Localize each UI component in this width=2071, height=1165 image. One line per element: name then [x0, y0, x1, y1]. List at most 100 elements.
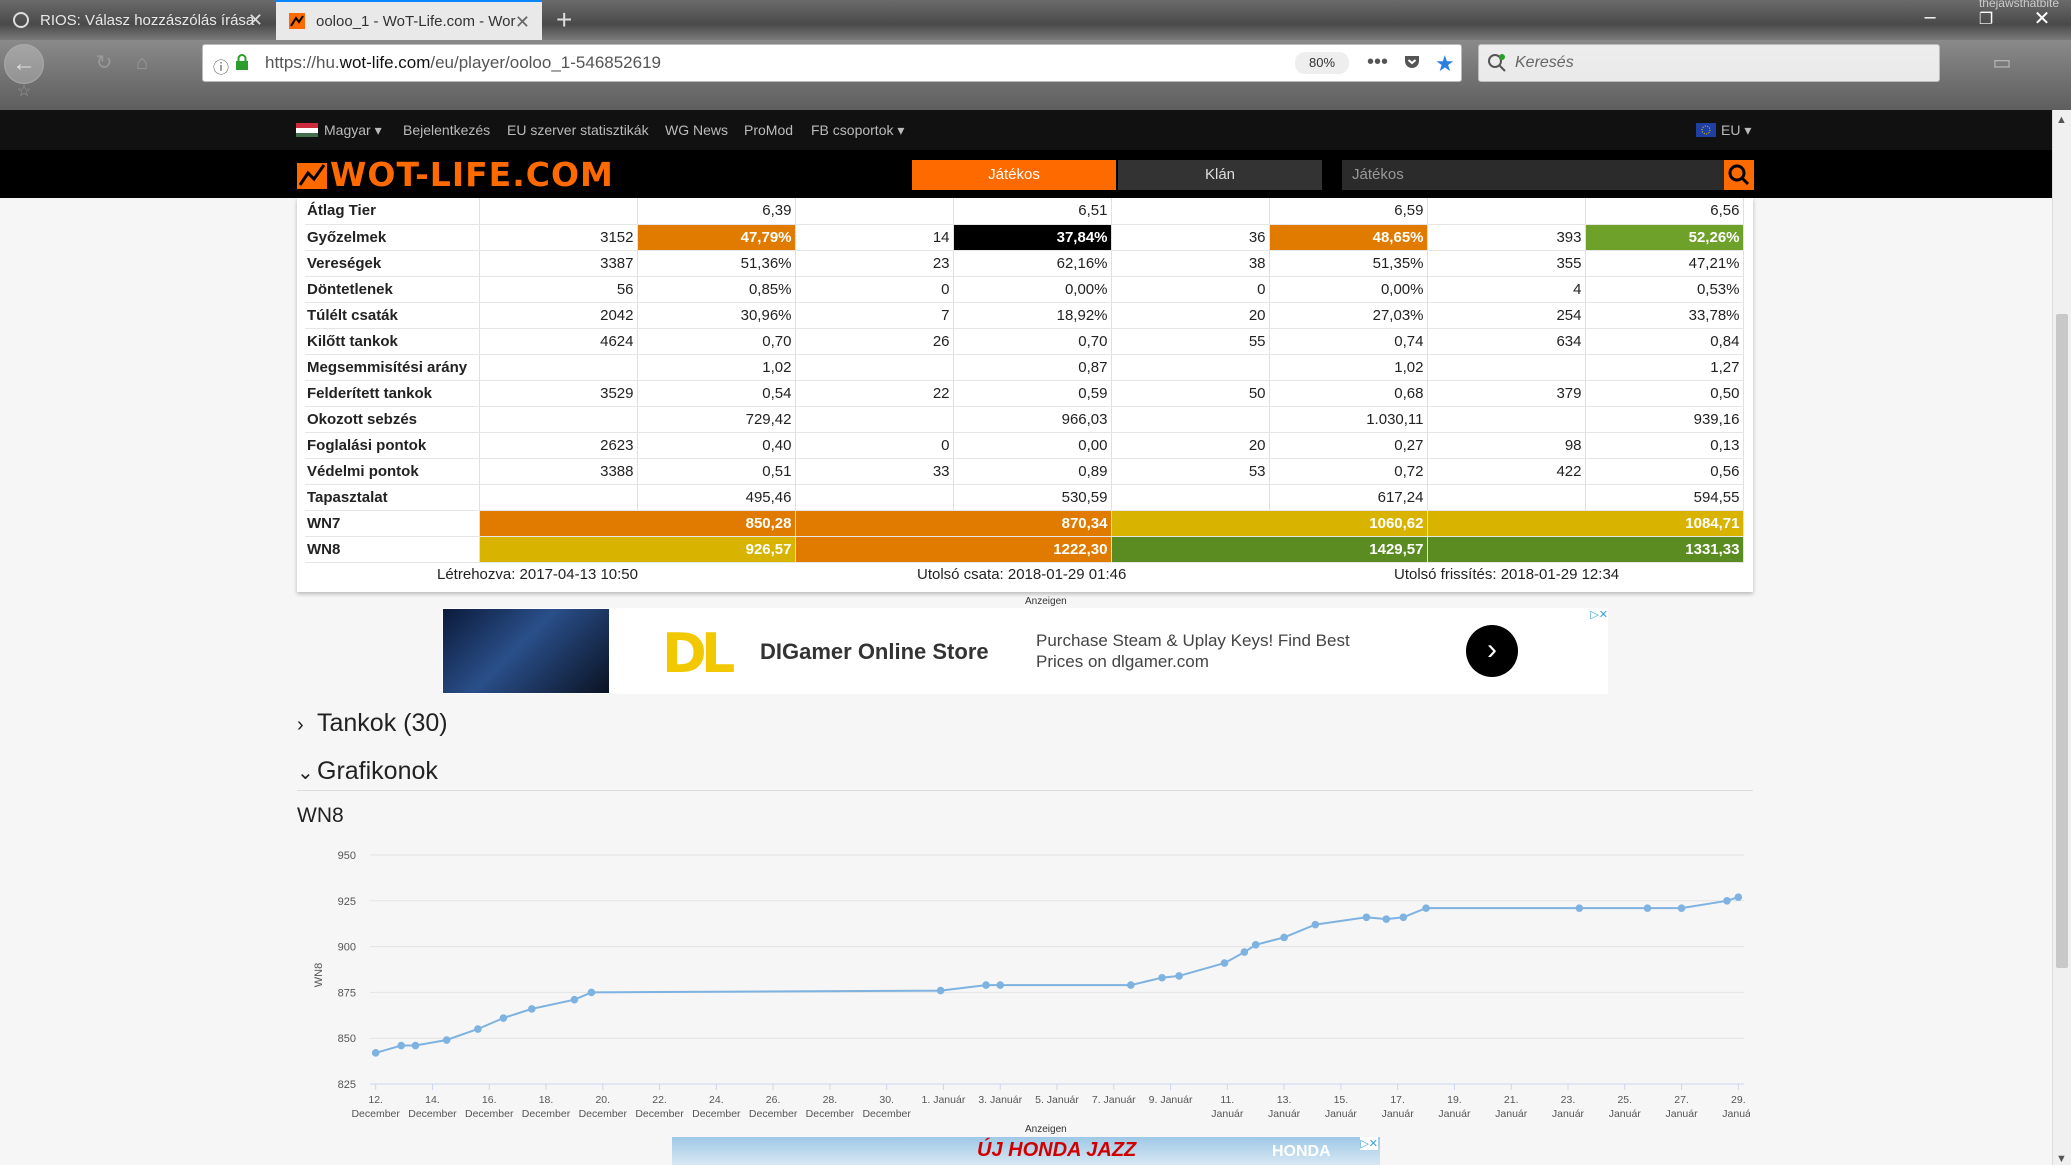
wn8-data-point[interactable]	[1175, 972, 1183, 980]
advertisement-banner[interactable]: DL DIGamer Online Store Purchase Steam &…	[442, 608, 1608, 694]
wn8-data-point[interactable]	[1422, 904, 1430, 912]
wn8-data-point[interactable]	[474, 1025, 482, 1033]
nav-promod[interactable]: ProMod	[744, 122, 793, 138]
wn8-data-point[interactable]	[1382, 915, 1391, 923]
reload-icon[interactable]: ↻	[84, 44, 124, 84]
stat-cell: 51,36%	[637, 250, 796, 277]
stat-cell	[1427, 484, 1586, 511]
scroll-thumb[interactable]	[2056, 314, 2068, 968]
nav-fb-groups[interactable]: FB csoportok ▾	[811, 122, 904, 139]
tab-clan[interactable]: Klán	[1118, 160, 1322, 190]
stat-cell: 0,50	[1585, 380, 1744, 407]
stat-cell	[1427, 406, 1586, 433]
info-icon[interactable]: ⓘ	[213, 54, 229, 78]
region-selector[interactable]: EU ▾	[1696, 122, 1751, 139]
lock-icon[interactable]	[235, 54, 249, 75]
close-tab-icon[interactable]: ✕	[515, 12, 530, 33]
wn8-data-point[interactable]	[1362, 913, 1371, 922]
close-tab-icon[interactable]: ✕	[248, 10, 263, 31]
nav-eu-stats[interactable]: EU szerver statisztikák	[507, 122, 649, 138]
ad-image[interactable]	[443, 609, 609, 693]
stat-cell	[479, 484, 638, 511]
scroll-up-icon[interactable]: ▲	[2056, 114, 2067, 126]
stat-label: Tapasztalat	[305, 484, 480, 511]
page-actions-icon[interactable]: •••	[1367, 51, 1388, 74]
x-tick-month: December	[351, 1108, 400, 1120]
advertisement-banner-honda[interactable]: ÚJ HONDA JAZZ HONDA ▷✕	[672, 1137, 1380, 1165]
stats-row: Döntetlenek 56 0,85% 0 0,00% 0 0,00% 4 0,53%	[305, 276, 1744, 303]
wn8-data-point[interactable]	[499, 1014, 508, 1022]
browser-tab-strip: RIOS: Válasz hozzászólás írása ✕ ooloo_1…	[0, 0, 2071, 40]
browser-search-field[interactable]: Keresés	[1478, 44, 1940, 82]
language-selector[interactable]: Magyar ▾	[296, 122, 382, 139]
wn8-data-point[interactable]	[587, 988, 596, 997]
url-bar[interactable]: ⓘ https://hu.wot-life.com/eu/player/oolo…	[202, 44, 1462, 82]
wn8-data-point[interactable]	[528, 1005, 536, 1013]
stat-cell: 0,70	[637, 328, 796, 355]
wn8-data-point[interactable]	[1677, 904, 1686, 912]
wn8-data-point[interactable]	[1399, 913, 1408, 922]
page-scrollbar[interactable]: ▲ ▼	[2052, 110, 2071, 1165]
x-tick-month: Január	[1438, 1108, 1471, 1120]
x-tick-label: 28.	[823, 1094, 838, 1106]
browser-nav-bar: ← ↻ ⌂ ☆ ⓘ https://hu.wot-life.com/eu/pla…	[0, 40, 2071, 110]
pocket-icon[interactable]	[1403, 53, 1421, 76]
player-search-button[interactable]	[1724, 160, 1754, 190]
x-tick-label: 11.	[1220, 1094, 1234, 1106]
nav-login[interactable]: Bejelentkezés	[403, 122, 490, 138]
wn8-data-point[interactable]	[1220, 959, 1229, 967]
nav-wg-news[interactable]: WG News	[665, 122, 728, 138]
site-logo[interactable]: WOT-LIFE.COM	[296, 154, 614, 194]
scroll-down-icon[interactable]: ▼	[2056, 1153, 2067, 1165]
wn8-data-point[interactable]	[1575, 904, 1584, 912]
wn8-data-point[interactable]	[411, 1041, 420, 1050]
search-icon	[1488, 54, 1506, 72]
new-tab-icon[interactable]: +	[556, 4, 572, 36]
wn8-data-point[interactable]	[1240, 948, 1249, 956]
close-window-icon[interactable]: ✕	[2022, 6, 2062, 31]
zoom-level-badge[interactable]: 80%	[1295, 52, 1349, 74]
bookmark-star-filled-icon[interactable]: ★	[1435, 51, 1455, 77]
stat-cell: 1,02	[637, 354, 796, 381]
ad-title[interactable]: DIGamer Online Store	[760, 639, 989, 665]
wn8-data-point[interactable]	[1734, 893, 1743, 901]
home-icon[interactable]: ⌂	[122, 44, 162, 84]
ad-arrow-button[interactable]: ›	[1466, 625, 1518, 677]
browser-tab-wotlife[interactable]: ooloo_1 - WoT-Life.com - Wor ✕	[276, 0, 542, 40]
wn8-data-point[interactable]	[1643, 904, 1652, 912]
wn8-data-point[interactable]	[982, 981, 990, 989]
tab-player[interactable]: Játékos	[912, 160, 1116, 190]
wn8-data-point[interactable]	[996, 981, 1005, 989]
wn8-data-point[interactable]	[397, 1041, 406, 1050]
wn8-data-point[interactable]	[1251, 940, 1260, 949]
restore-icon[interactable]: ❐	[1966, 9, 2006, 29]
minimize-icon[interactable]: –	[1910, 6, 1950, 29]
bookmark-star-icon[interactable]: ☆	[4, 80, 44, 104]
wn8-data-point[interactable]	[371, 1049, 380, 1057]
browser-tab-rios[interactable]: RIOS: Válasz hozzászólás írása ✕	[0, 0, 275, 40]
ad-choices-icon[interactable]: ▷✕	[1360, 1137, 1378, 1150]
player-search-input[interactable]: Játékos	[1342, 160, 1724, 190]
sidebar-icon[interactable]: ▭	[1982, 44, 2022, 84]
url-text[interactable]: https://hu.wot-life.com/eu/player/ooloo_…	[265, 53, 661, 73]
wn8-data-point[interactable]	[1311, 920, 1320, 929]
stat-label: Felderített tankok	[305, 380, 480, 407]
wn8-data-point[interactable]	[936, 986, 945, 995]
stat-cell: 966,03	[953, 406, 1112, 433]
created-date: Létrehozva: 2017-04-13 10:50	[437, 566, 638, 583]
wn8-series-line	[375, 896, 1739, 1054]
stat-cell: 939,16	[1585, 406, 1744, 433]
stats-row: Átlag Tier 6,39 6,51 6,59 6,56	[305, 198, 1744, 225]
wn8-data-point[interactable]	[1723, 897, 1731, 905]
x-tick-month: December	[862, 1108, 911, 1120]
wn8-data-point[interactable]	[1280, 933, 1288, 942]
wn8-data-point[interactable]	[442, 1036, 451, 1044]
wn8-data-point[interactable]	[570, 995, 579, 1004]
stat-cell	[1427, 354, 1586, 381]
wn8-data-point[interactable]	[1158, 973, 1166, 982]
ad-choices-icon[interactable]: ▷✕	[1590, 608, 1608, 621]
tanks-section-toggle[interactable]: › Tankok (30)	[297, 709, 448, 738]
back-arrow-icon[interactable]: ←	[4, 44, 44, 84]
wn8-data-point[interactable]	[1127, 981, 1135, 989]
graphs-section-toggle[interactable]: ⌄ Grafikonok	[297, 757, 438, 786]
